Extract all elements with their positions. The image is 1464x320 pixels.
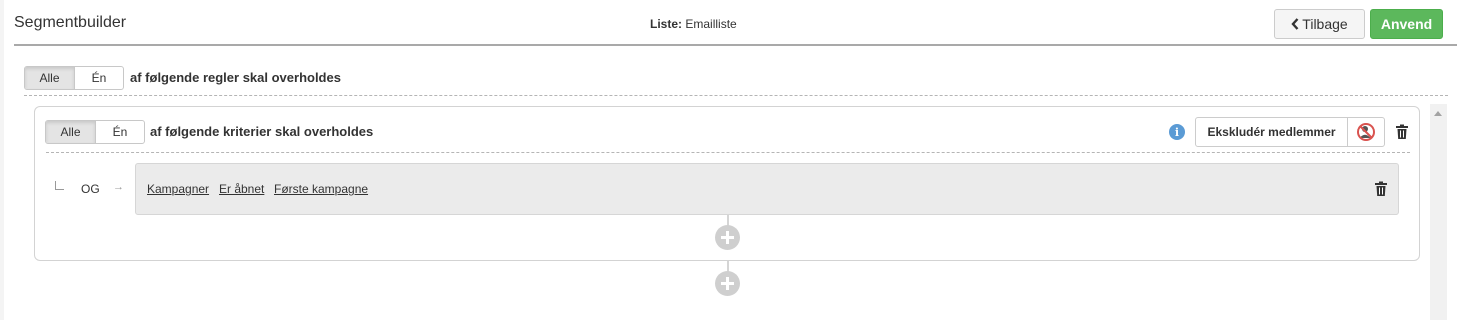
- list-label: Liste:: [650, 17, 683, 31]
- no-users-icon: [1357, 123, 1375, 141]
- left-edge: [0, 0, 4, 320]
- delete-group-trash-icon[interactable]: [1395, 124, 1409, 140]
- exclude-members-control: Ekskludér medlemmer: [1195, 117, 1385, 147]
- list-name: Emailliste: [685, 17, 737, 31]
- branch-connector: [55, 181, 64, 190]
- rules-toggle-one[interactable]: Én: [75, 67, 123, 89]
- condition-link-forste-kampagne[interactable]: Første kampagne: [274, 182, 368, 196]
- back-button[interactable]: Tilbage: [1274, 9, 1365, 39]
- add-group-plus-icon[interactable]: [715, 271, 740, 296]
- rules-divider: [24, 95, 1448, 96]
- back-label: Tilbage: [1302, 16, 1348, 32]
- delete-condition-trash-icon[interactable]: [1374, 181, 1388, 197]
- scrollbar[interactable]: [1430, 104, 1447, 320]
- criteria-toggle-one[interactable]: Én: [96, 121, 144, 143]
- condition-link-er-abnet[interactable]: Er åbnet: [219, 182, 264, 196]
- scroll-up-arrow-icon[interactable]: [1434, 111, 1442, 116]
- criteria-divider: [46, 152, 1410, 153]
- page-title: Segmentbuilder: [14, 14, 127, 31]
- condition-operator: OG: [81, 182, 100, 196]
- criteria-toggle-all[interactable]: Alle: [46, 121, 96, 143]
- list-info: Liste: Emailliste: [650, 17, 737, 31]
- apply-label: Anvend: [1380, 16, 1433, 32]
- apply-button[interactable]: Anvend: [1370, 9, 1443, 39]
- info-icon[interactable]: i: [1169, 124, 1185, 140]
- criteria-description: af følgende kriterier skal overholdes: [150, 124, 374, 139]
- rules-toggle-all[interactable]: Alle: [25, 67, 75, 89]
- condition-link-kampagner[interactable]: Kampagner: [147, 182, 209, 196]
- criteria-match-toggle: Alle Én: [45, 120, 145, 144]
- exclude-toggle-button[interactable]: [1348, 118, 1384, 146]
- exclude-members-button[interactable]: Ekskludér medlemmer: [1196, 118, 1348, 146]
- arrow-right-icon: →: [113, 181, 124, 193]
- rules-description: af følgende regler skal overholdes: [130, 70, 341, 85]
- chevron-left-icon: [1291, 18, 1299, 30]
- add-condition-plus-icon[interactable]: [715, 225, 740, 250]
- rules-match-toggle: Alle Én: [24, 66, 124, 90]
